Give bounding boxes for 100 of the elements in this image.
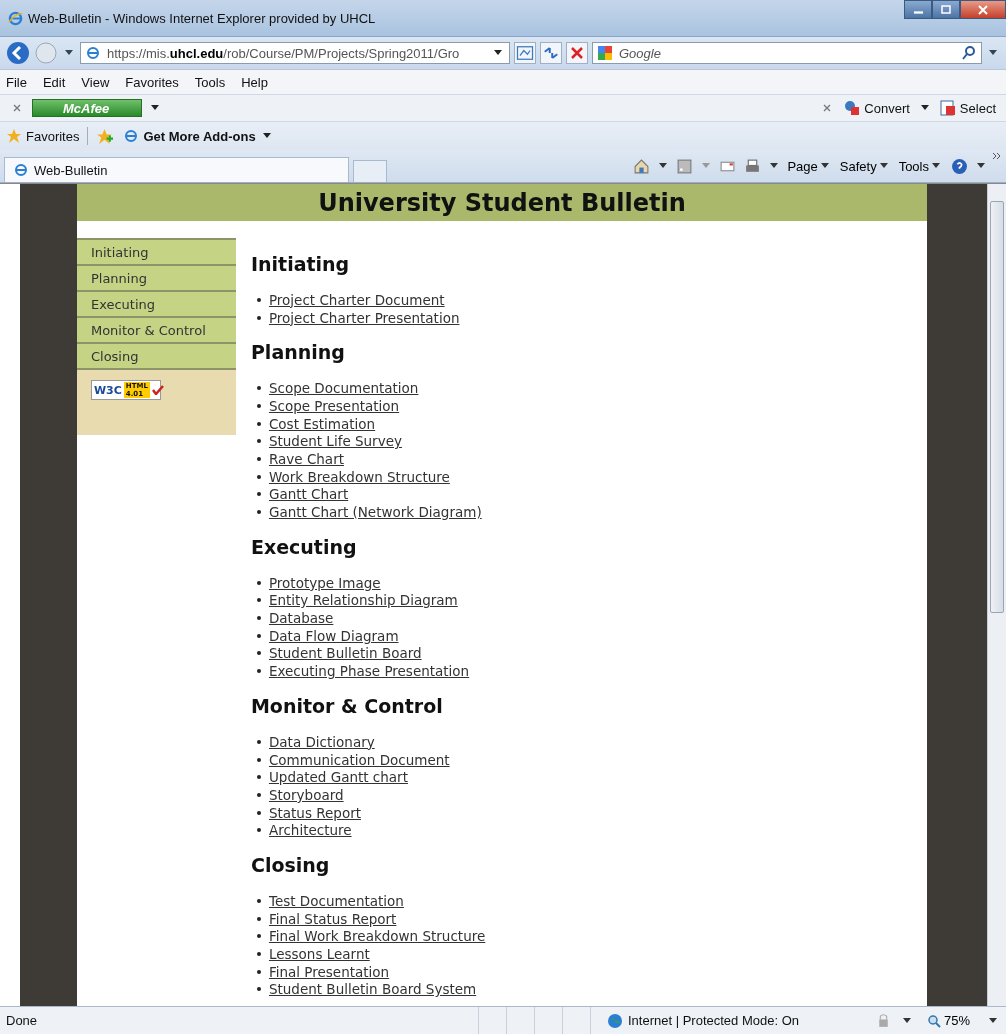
dropdown-icon[interactable] [903, 1017, 911, 1024]
sidebar-item[interactable]: Monitor & Control [76, 316, 236, 342]
compatibility-icon[interactable] [514, 42, 536, 64]
command-menu[interactable]: Safety [837, 158, 893, 174]
document-link[interactable]: Prototype Image [268, 574, 381, 591]
security-zone: Internet | Protected Mode: On [607, 1012, 867, 1029]
document-link[interactable]: Architecture [268, 822, 352, 839]
back-button[interactable] [6, 41, 30, 65]
document-link[interactable]: Storyboard [268, 786, 344, 803]
magnifier-icon [926, 1012, 942, 1029]
document-link[interactable]: Student Bulletin Board System [268, 981, 477, 998]
sidebar-item[interactable]: Closing [76, 342, 236, 368]
bullet-icon [256, 757, 261, 762]
bullet-icon [256, 616, 261, 621]
menu-item[interactable]: Tools [194, 74, 226, 90]
search-field[interactable]: Google [592, 42, 982, 64]
document-link[interactable]: Gantt Chart (Network Diagram) [268, 504, 482, 521]
dropdown-icon[interactable] [770, 163, 779, 169]
bullet-icon [256, 810, 261, 815]
select-button[interactable]: Select [937, 100, 998, 116]
document-link[interactable]: Entity Relationship Diagram [268, 592, 458, 609]
close-icon[interactable] [12, 103, 22, 113]
document-link[interactable]: Lessons Learnt [268, 946, 370, 963]
document-link[interactable]: Scope Documentation [268, 380, 419, 397]
document-link[interactable]: Final Status Report [268, 910, 397, 927]
browser-tab[interactable]: Web-Bulletin [4, 157, 349, 182]
dropdown-icon[interactable] [989, 1017, 997, 1024]
dropdown-icon[interactable] [920, 105, 929, 111]
refresh-icon[interactable] [540, 42, 562, 64]
dropdown-icon[interactable] [151, 105, 159, 111]
menu-item[interactable]: View [81, 74, 110, 90]
section-heading: Planning [250, 340, 346, 365]
section-heading: Monitor & Control [250, 694, 444, 718]
convert-button[interactable]: Convert [842, 100, 912, 116]
menu-item[interactable]: Edit [42, 74, 66, 90]
document-link[interactable]: Communication Document [268, 751, 450, 768]
document-link[interactable]: Project Charter Presentation [268, 309, 460, 326]
chevron-icon[interactable] [992, 152, 1002, 160]
browser-logo-icon [123, 128, 140, 144]
dropdown-icon[interactable] [989, 50, 997, 56]
close-button[interactable] [960, 0, 1006, 19]
search-icon[interactable] [961, 45, 977, 61]
document-link[interactable]: Executing Phase Presentation [268, 663, 470, 680]
search-provider-icon[interactable] [597, 45, 613, 61]
bullet-icon [256, 775, 261, 780]
sidebar-item[interactable]: Initiating [76, 238, 236, 264]
document-link[interactable]: Student Bulletin Board [268, 645, 422, 662]
document-link[interactable]: Database [268, 610, 334, 627]
bullet-icon [256, 898, 261, 903]
bullet-icon [256, 739, 261, 744]
dropdown-icon [932, 163, 940, 169]
window-title: Web-Bulletin - Windows Internet Explorer provided by UHCL [28, 10, 376, 26]
stop-icon[interactable] [566, 42, 588, 64]
document-link[interactable]: Gantt Chart [268, 486, 349, 503]
menu-item[interactable]: File [6, 74, 27, 90]
command-menu[interactable]: Page [785, 158, 834, 174]
scrollbar[interactable] [987, 184, 1006, 1006]
document-link[interactable]: Final Work Breakdown Structure [268, 928, 486, 945]
document-link[interactable]: Test Documentation [268, 892, 404, 909]
help-icon[interactable] [951, 157, 968, 175]
bullet-icon [256, 651, 261, 656]
bullet-icon [256, 969, 261, 974]
dropdown-icon[interactable] [977, 163, 985, 169]
dropdown-icon[interactable] [494, 50, 502, 56]
sidebar-item[interactable]: Executing [76, 290, 236, 316]
feeds-icon[interactable] [676, 157, 694, 175]
document-link[interactable]: Work Breakdown Structure [268, 468, 450, 485]
dropdown-icon[interactable] [65, 50, 73, 56]
document-link[interactable]: Data Dictionary [268, 733, 375, 750]
bullet-icon [256, 792, 261, 797]
bullet-icon [256, 952, 261, 957]
bullet-icon [256, 934, 261, 939]
dropdown-icon[interactable] [659, 163, 668, 169]
zoom-button[interactable]: 75% [920, 1011, 980, 1030]
document-link[interactable]: Data Flow Diagram [268, 627, 399, 644]
minimize-button[interactable] [904, 0, 932, 19]
bullet-icon [256, 456, 261, 461]
maximize-button[interactable] [932, 0, 960, 19]
document-link[interactable]: Rave Chart [268, 450, 344, 467]
menu-item[interactable]: Help [241, 74, 268, 90]
close-icon[interactable] [822, 103, 833, 113]
document-link[interactable]: Project Charter Document [268, 291, 445, 308]
star-icon [6, 128, 22, 144]
sidebar-item[interactable]: Planning [76, 264, 236, 290]
document-link[interactable]: Final Presentation [268, 963, 390, 980]
command-menu[interactable]: Tools [896, 158, 945, 174]
document-link[interactable]: Status Report [268, 804, 361, 821]
document-link[interactable]: Cost Estimation [268, 415, 376, 432]
document-link[interactable]: Student Life Survey [268, 433, 402, 450]
address-field[interactable]: https://mis.uhcl.edu/rob/Course/PM/Projects/Spring2011/Gro [80, 42, 510, 64]
menu-item[interactable]: Favorites [125, 74, 179, 90]
document-link[interactable]: Updated Gantt chart [268, 769, 408, 786]
home-icon[interactable] [633, 157, 651, 175]
status-text: Done [6, 1013, 38, 1028]
add-favorite-icon[interactable] [96, 127, 114, 145]
print-icon[interactable] [744, 157, 762, 175]
add-ons-button[interactable]: Get More Add-ons [121, 128, 276, 144]
bullet-icon [256, 492, 261, 497]
favorites-button[interactable]: Favorites [4, 128, 82, 144]
document-link[interactable]: Scope Presentation [268, 397, 400, 414]
